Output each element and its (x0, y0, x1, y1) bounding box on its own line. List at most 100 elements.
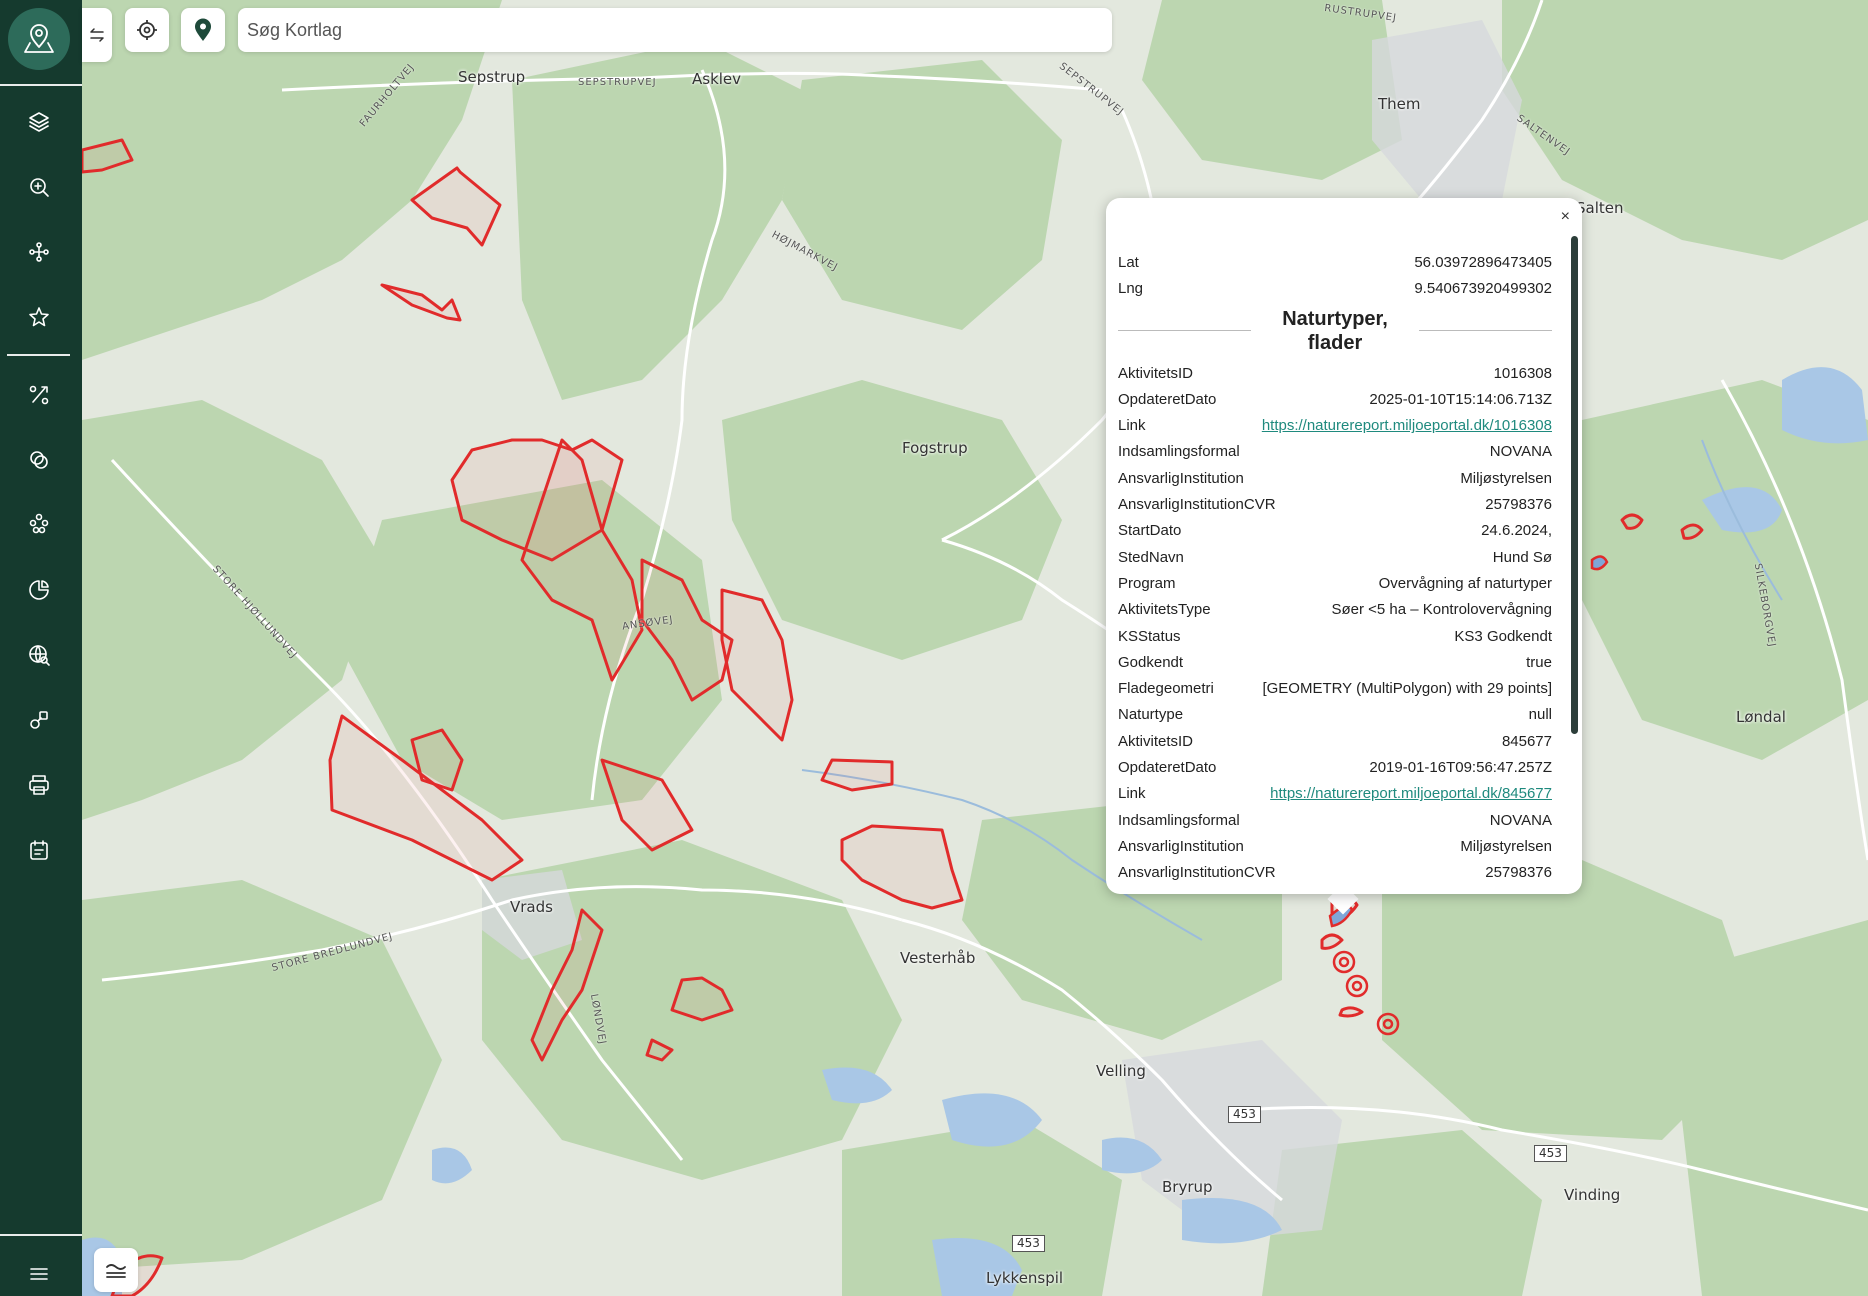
place-label: Lykkenspil (986, 1269, 1064, 1287)
row-value: null (1528, 706, 1552, 724)
row-label: StartDato (1118, 887, 1181, 894)
place-label: Sepstrup (458, 68, 526, 86)
popup-row: AktivitetsID 845677 (1118, 729, 1552, 755)
place-label: Asklev (692, 70, 742, 88)
row-value: 845677 (1501, 732, 1552, 750)
row-label: Naturtype (1118, 706, 1184, 724)
network-icon[interactable] (21, 234, 57, 270)
print-icon[interactable] (21, 767, 57, 803)
row-label: Lng (1118, 280, 1144, 298)
popup-row: AnsvarligInstitutionCVR 25798376 (1118, 860, 1552, 886)
search-input[interactable] (238, 8, 1112, 52)
place-label: Vesterhåb (900, 949, 976, 967)
sidebar (0, 0, 82, 1296)
place-label: Vrads (510, 898, 553, 916)
popup-scrollbar[interactable] (1571, 236, 1578, 734)
row-label: AktivitetsID (1118, 732, 1194, 750)
row-value: 56.03972896473405 (1414, 254, 1552, 271)
popup-row: AnsvarligInstitutionCVR 25798376 (1118, 492, 1552, 518)
row-value: 9.540673920499302 (1414, 280, 1552, 298)
chart-pie-icon[interactable] (21, 572, 57, 608)
row-value: [GEOMETRY (MultiPolygon) with 29 points] (1262, 680, 1552, 698)
row-label: Link (1118, 417, 1146, 435)
sidebar-divider (0, 84, 82, 86)
place-marker-button[interactable] (181, 8, 225, 52)
row-label: AnsvarligInstitution (1118, 469, 1244, 487)
feature-info-popup: × Lat 56.03972896473405 Lng 9.5406739204… (1106, 198, 1582, 894)
popup-row: Indsamlingsformal NOVANA (1118, 808, 1552, 834)
globe-search-icon[interactable] (21, 637, 57, 673)
popup-row: KSStatus KS3 Godkendt (1118, 624, 1552, 650)
row-label: OpdateretDato (1118, 390, 1217, 408)
row-value: Miljøstyrelsen (1460, 469, 1552, 487)
divider (1419, 330, 1552, 332)
row-link[interactable]: https://naturereport.miljoeportal.dk/845… (1270, 781, 1552, 807)
sidebar-divider (0, 1234, 82, 1236)
row-label: Indsamlingsformal (1118, 443, 1240, 461)
row-value: true (1526, 653, 1552, 671)
row-value: NOVANA (1489, 811, 1552, 829)
popup-row: AnsvarligInstitution Miljøstyrelsen (1118, 834, 1552, 860)
row-value: 25798376 (1485, 864, 1552, 882)
place-label: Løndal (1736, 708, 1786, 726)
star-icon[interactable] (21, 299, 57, 335)
cluster-icon[interactable] (21, 506, 57, 542)
map-base (82, 0, 1868, 1296)
layers-icon[interactable] (21, 104, 57, 140)
popup-row: Lng 9.540673920499302 (1118, 276, 1552, 302)
row-label: AnsvarligInstitutionCVR (1118, 864, 1276, 882)
popup-row: StartDato 25.6.2018, (1118, 887, 1552, 894)
place-label: Velling (1096, 1062, 1146, 1080)
popup-row: Lat 56.03972896473405 (1118, 250, 1552, 276)
divider (1118, 330, 1251, 332)
row-label: AnsvarligInstitution (1118, 837, 1244, 855)
crosshair-icon (137, 20, 157, 40)
popup-row: Naturtype null (1118, 702, 1552, 728)
popup-row: OpdateretDato 2019-01-16T09:56:47.257Z (1118, 755, 1552, 781)
place-label: Vinding (1564, 1186, 1621, 1204)
calendar-icon[interactable] (21, 832, 57, 868)
map-pin-logo-icon[interactable] (8, 8, 70, 70)
row-label: Lat (1118, 254, 1139, 271)
attribute-list: AktivitetsID 1016308 OpdateretDato 2025-01-… (1118, 361, 1552, 894)
swap-arrows-icon (90, 28, 104, 42)
popup-row: AktivitetsType Søer <5 ha – Kontrolovervå… (1118, 597, 1552, 623)
row-label: AktivitetsID (1118, 364, 1194, 382)
map-canvas[interactable]: Sepstrup Asklev Them Salten Fogstrup Vra… (82, 0, 1868, 1296)
road-label: SEPSTRUPVEJ (578, 77, 657, 88)
popup-row: OpdateretDato 2025-01-10T15:14:06.713Z (1118, 387, 1552, 413)
row-label: Link (1118, 785, 1146, 803)
popup-row: Indsamlingsformal NOVANA (1118, 439, 1552, 465)
row-link[interactable]: https://naturereport.miljoeportal.dk/101… (1262, 413, 1552, 439)
place-label: Them (1378, 95, 1421, 113)
popup-row: StartDato 24.6.2024, (1118, 518, 1552, 544)
row-value: 25.6.2018, (1481, 887, 1552, 894)
row-label: StartDato (1118, 522, 1182, 540)
place-label: Fogstrup (902, 439, 968, 457)
row-label: AktivitetsType (1118, 601, 1211, 619)
row-value: Hund Sø (1492, 548, 1552, 566)
row-value: Søer <5 ha – Kontrolovervågning (1331, 601, 1552, 619)
popup-row: Program Overvågning af naturtyper (1118, 571, 1552, 597)
overlap-icon[interactable] (21, 442, 57, 478)
route-shield: 453 (1228, 1106, 1261, 1123)
app-root: Sepstrup Asklev Them Salten Fogstrup Vra… (0, 0, 1868, 1296)
locate-me-button[interactable] (125, 8, 169, 52)
row-value: 2019-01-16T09:56:47.257Z (1369, 759, 1552, 777)
row-label: KSStatus (1118, 627, 1181, 645)
route-icon[interactable] (21, 377, 57, 413)
place-label: Salten (1576, 199, 1624, 217)
zoom-icon[interactable] (21, 169, 57, 205)
row-label: StedNavn (1118, 548, 1184, 566)
row-label: Indsamlingsformal (1118, 811, 1240, 829)
close-icon[interactable]: × (1561, 208, 1570, 226)
popup-row: Fladegeometri [GEOMETRY (MultiPolygon) wi… (1118, 676, 1552, 702)
legend-button[interactable] (94, 1248, 138, 1292)
sidebar-divider (7, 354, 70, 356)
shapes-icon[interactable] (21, 702, 57, 738)
route-shield: 453 (1534, 1145, 1567, 1162)
popup-row: Link https://naturereport.miljoeportal.dk… (1118, 413, 1552, 439)
sidebar-toggle-button[interactable] (82, 8, 112, 62)
row-label: OpdateretDato (1118, 759, 1217, 777)
menu-icon[interactable] (21, 1256, 57, 1292)
